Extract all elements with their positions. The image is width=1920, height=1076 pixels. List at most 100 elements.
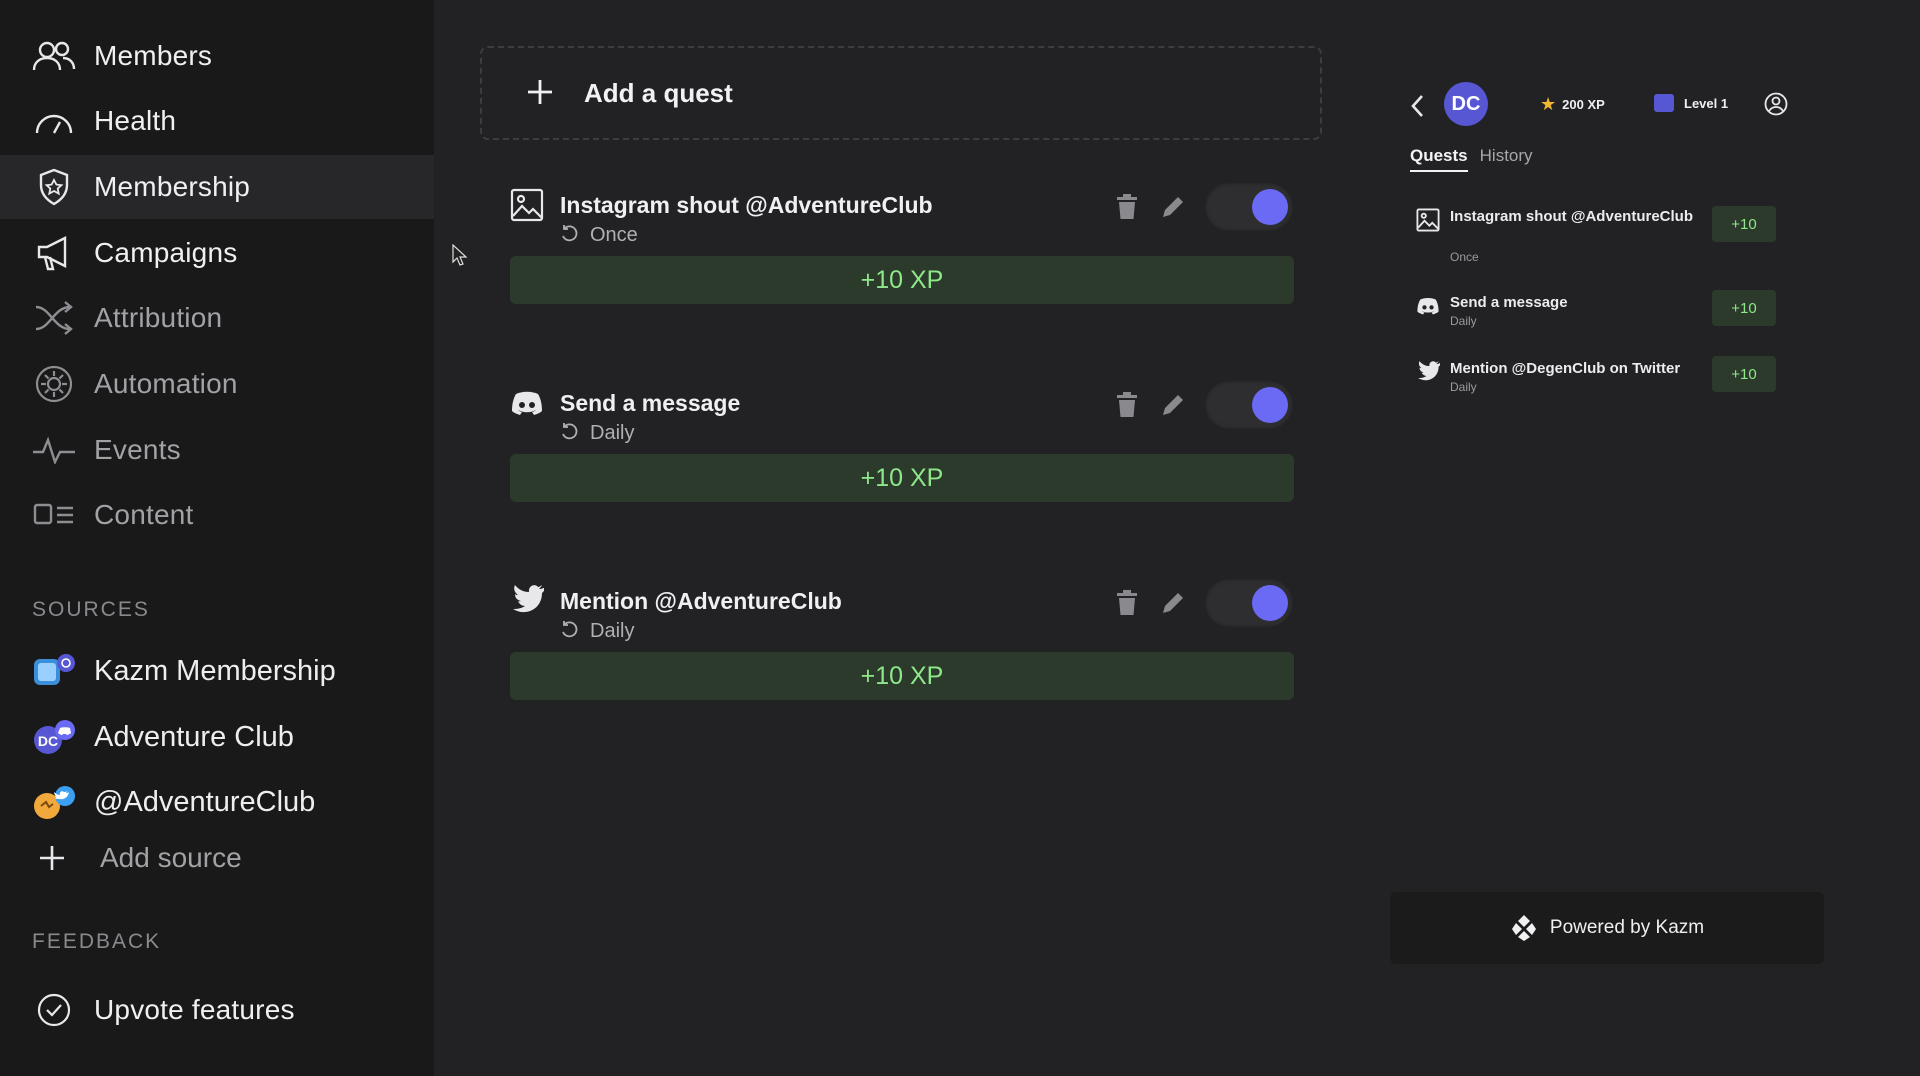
sidebar-item-members[interactable]: Members [0,24,434,88]
pulse-icon [32,428,76,472]
member-preview-panel: DC ★ 200 XP Level 1 Quests History Insta… [1400,70,1800,970]
megaphone-icon [32,231,76,275]
upvote-label: Upvote features [94,994,295,1025]
sidebar-item-label: Content [94,499,194,530]
sidebar-item-health[interactable]: Health [0,89,434,153]
pencil-icon[interactable] [1158,192,1188,222]
tab-history[interactable]: History [1480,146,1533,172]
preview-quest-title: Instagram shout @AdventureClub [1450,208,1693,225]
discord-source-icon: DC [32,719,76,755]
trash-icon[interactable] [1112,588,1142,618]
check-circle-icon [32,988,76,1032]
quest-card: Instagram shout @AdventureClub Once +10 … [510,182,1294,338]
sidebar: Members Health Membership Campaigns Attr… [0,0,434,1076]
xp-value: 200 XP [1562,97,1605,112]
sidebar-item-content[interactable]: Content [0,483,434,547]
preview-quest-title: Send a message [1450,294,1568,311]
toggle-knob [1252,387,1288,423]
toggle-knob [1252,585,1288,621]
trash-icon[interactable] [1112,390,1142,420]
star-icon: ★ [1540,94,1557,114]
quest-frequency-label: Daily [590,620,635,642]
preview-quest-item[interactable]: Mention @DegenClub on Twitter Daily +10 [1416,356,1786,398]
level-icon [1654,94,1674,112]
source-label: @AdventureClub [94,785,316,818]
source-label: Kazm Membership [94,654,336,687]
pencil-icon[interactable] [1158,390,1188,420]
sidebar-item-membership[interactable]: Membership [0,155,434,219]
sidebar-item-attribution[interactable]: Attribution [0,286,434,350]
repeat-icon [560,224,578,247]
quest-enabled-toggle[interactable] [1204,380,1294,430]
quest-enabled-toggle[interactable] [1204,182,1294,232]
preview-header: DC ★ 200 XP Level 1 [1400,82,1800,132]
sidebar-item-events[interactable]: Events [0,418,434,482]
discord-icon [1416,294,1440,318]
user-icon[interactable] [1764,92,1788,116]
tab-quests[interactable]: Quests [1410,146,1468,172]
level-value: Level 1 [1684,95,1729,111]
sidebar-item-label: Campaigns [94,237,238,268]
powered-label: Powered by Kazm [1549,917,1705,938]
powered-by-kazm[interactable]: Powered by Kazm [1390,892,1824,964]
sources-heading: SOURCES [32,598,150,621]
trash-icon[interactable] [1112,192,1142,222]
quest-title: Instagram shout @AdventureClub [560,192,933,218]
upvote-features-link[interactable]: Upvote features [0,978,434,1042]
feedback-heading: FEEDBACK [32,930,162,953]
preview-quest-item[interactable]: Send a message Daily +10 [1416,290,1786,332]
gauge-icon [32,99,76,143]
pencil-icon[interactable] [1158,588,1188,618]
preview-quest-frequency: Daily [1450,314,1477,328]
source-twitter-adventureclub[interactable]: @AdventureClub [0,772,434,832]
shield-star-icon [32,165,76,209]
source-label: Adventure Club [94,720,294,753]
kazm-membership-source-icon [32,653,76,689]
sidebar-item-label: Automation [94,368,238,399]
image-icon [510,188,544,222]
discord-icon [510,386,544,420]
svg-text:DC: DC [38,733,58,749]
add-quest-label: Add a quest [584,77,733,108]
sidebar-item-label: Membership [94,171,251,202]
preview-quest-xp: +10 [1712,356,1776,392]
quest-frequency: Daily [560,422,634,445]
twitter-icon [510,584,546,618]
quest-card: Mention @AdventureClub Daily +10 XP [510,578,1294,734]
quest-frequency-label: Daily [590,422,635,444]
quest-xp-bar: +10 XP [510,256,1294,304]
sidebar-item-automation[interactable]: Automation [0,352,434,416]
source-adventure-club[interactable]: DC Adventure Club [0,707,434,767]
quest-frequency: Daily [560,620,634,643]
twitter-source-icon [32,784,76,820]
sidebar-item-label: Health [94,105,177,136]
sidebar-item-campaigns[interactable]: Campaigns [0,221,434,285]
kazm-logo-icon [1510,914,1538,942]
members-icon [32,34,76,78]
quest-frequency: Once [560,224,638,247]
quest-enabled-toggle[interactable] [1204,578,1294,628]
preview-quest-frequency: Once [1450,250,1479,264]
toggle-knob [1252,189,1288,225]
preview-tabs: Quests History [1410,146,1545,172]
preview-quest-title: Mention @DegenClub on Twitter [1450,360,1681,377]
preview-quest-frequency: Daily [1450,380,1477,394]
source-kazm-membership[interactable]: Kazm Membership [0,641,434,701]
quest-card: Send a message Daily +10 XP [510,380,1294,536]
chevron-left-icon[interactable] [1410,94,1424,125]
quest-actions [1112,182,1294,232]
sidebar-item-label: Members [94,40,213,71]
repeat-icon [560,620,578,643]
image-icon [1416,208,1440,232]
preview-quest-item[interactable]: Instagram shout @AdventureClub Once +10 [1416,206,1786,266]
add-source-button[interactable]: Add source [0,828,434,888]
preview-quest-xp: +10 [1712,206,1776,242]
preview-quest-xp: +10 [1712,290,1776,326]
club-logo: DC [1444,82,1488,126]
quest-title: Mention @AdventureClub [560,588,842,614]
add-quest-button[interactable]: Add a quest [480,46,1322,140]
sidebar-item-label: Events [94,434,181,465]
twitter-icon [1416,360,1442,384]
mouse-cursor-icon [452,244,468,266]
plus-icon [526,70,554,116]
